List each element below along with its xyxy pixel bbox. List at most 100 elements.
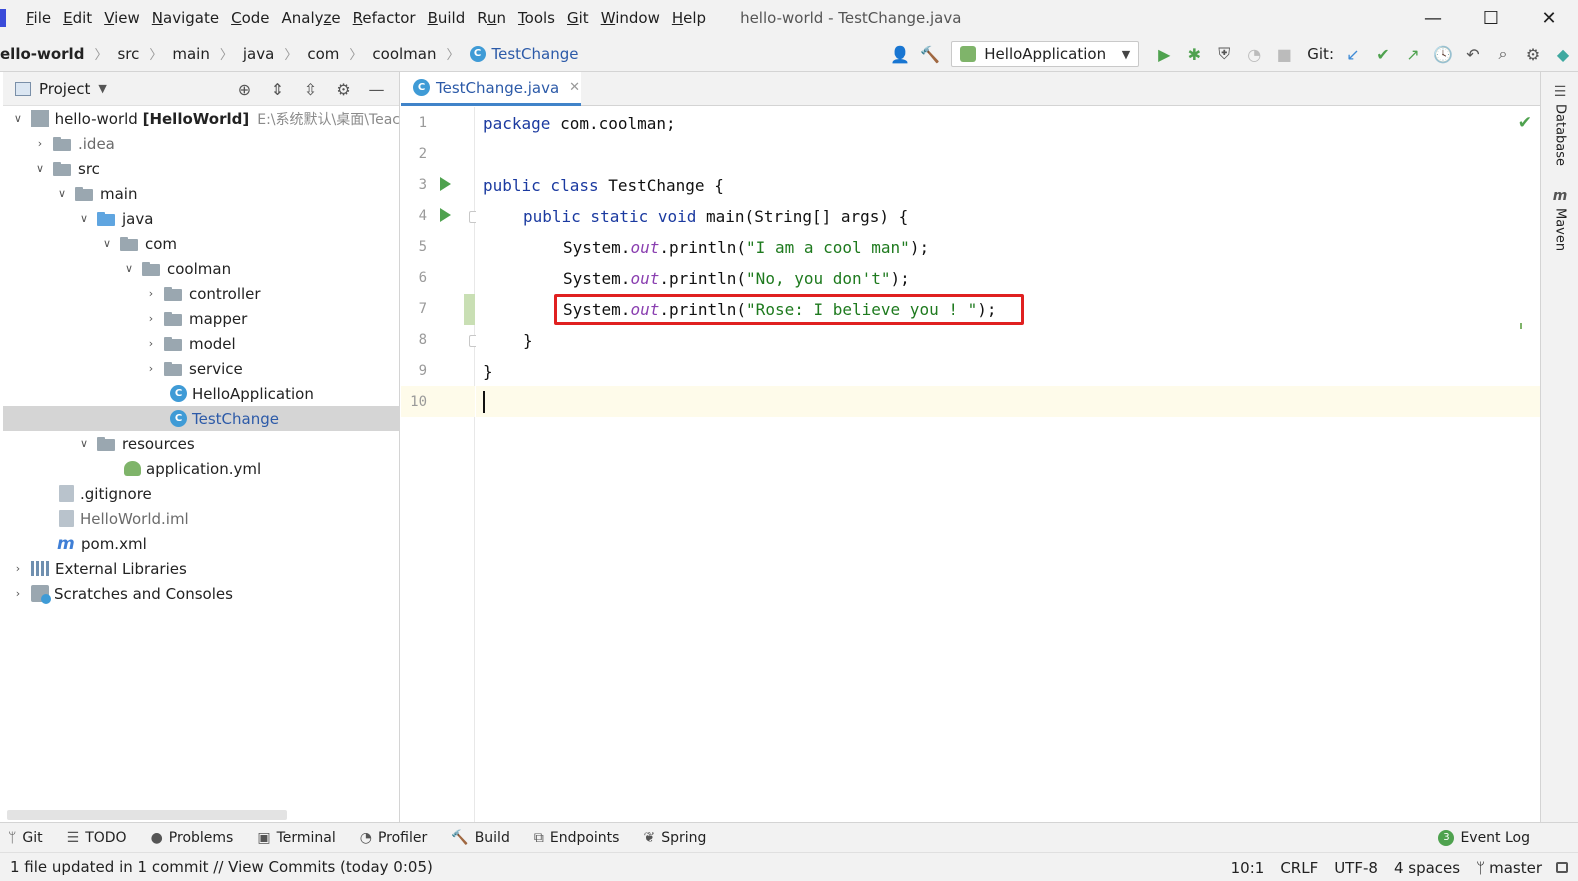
tool-tab-problems[interactable]: ● Problems [151,830,234,846]
run-icon[interactable]: ▶ [1149,39,1179,69]
code-editor[interactable]: package com.coolman; public class TestCh… [476,107,1540,822]
tree-item-application-yml[interactable]: application.yml [3,456,400,481]
tree-item-com[interactable]: ∨ com [3,231,400,256]
chevron-right-icon[interactable]: › [144,312,158,325]
tree-item-controller[interactable]: › controller [3,281,400,306]
horizontal-scrollbar[interactable] [7,810,287,820]
change-stripe-marker[interactable] [1520,323,1522,329]
tree-item-testchange[interactable]: C TestChange [3,406,400,431]
database-tool-button[interactable]: ☰ Database [1545,84,1575,166]
maximize-button[interactable]: ☐ [1462,0,1520,36]
gear-icon[interactable]: ⚙ [327,80,360,99]
run-configuration-select[interactable]: HelloApplication ▼ [951,41,1140,67]
ide-update-icon[interactable]: ◆ [1548,39,1578,69]
tool-tab-endpoints[interactable]: ⧉ Endpoints [534,830,620,846]
tree-item-coolman[interactable]: ∨ coolman [3,256,400,281]
profile-icon[interactable]: ◔ [1239,39,1269,69]
tree-item-model[interactable]: › model [3,331,400,356]
tree-item-pom-xml[interactable]: m pom.xml [3,531,400,556]
menu-analyze[interactable]: Analyze [276,9,347,27]
maven-tool-button[interactable]: m Maven [1545,188,1575,251]
tab-testchange-java[interactable]: C TestChange.java ✕ [401,72,581,106]
chevron-right-icon[interactable]: › [11,587,25,600]
tool-tab-profiler[interactable]: ◔ Profiler [360,830,428,846]
menu-window[interactable]: Window [595,9,666,27]
menu-help[interactable]: Help [666,9,712,27]
close-button[interactable]: ✕ [1520,0,1578,36]
coverage-icon[interactable]: ⛨ [1209,39,1239,69]
code-line-1[interactable]: package com.coolman; [483,108,676,139]
search-icon[interactable]: ⌕ [1488,39,1518,69]
chevron-right-icon[interactable]: › [11,562,25,575]
close-icon[interactable]: ✕ [569,80,580,95]
chevron-right-icon[interactable]: › [144,287,158,300]
vcs-change-marker[interactable] [464,294,475,325]
chevron-right-icon[interactable]: › [144,337,158,350]
chevron-down-icon[interactable]: ∨ [100,237,114,250]
code-line-8[interactable]: } [523,325,533,356]
tree-item-idea[interactable]: › .idea [3,131,400,156]
line-separator[interactable]: CRLF [1280,859,1318,877]
tree-item-main[interactable]: ∨ main [3,181,400,206]
code-line-3[interactable]: public class TestChange { [483,170,724,201]
breadcrumb-src[interactable]: src [117,45,139,63]
run-class-icon[interactable] [440,177,451,191]
menu-navigate[interactable]: Navigate [146,9,225,27]
tool-tab-todo[interactable]: ☰ TODO [67,830,127,846]
menu-view[interactable]: View [98,9,146,27]
menu-file[interactable]: File [20,9,57,27]
stop-icon[interactable]: ■ [1269,39,1299,69]
breadcrumb-coolman[interactable]: coolman [372,45,436,63]
expand-all-icon[interactable]: ⇕ [261,80,294,99]
indent-setting[interactable]: 4 spaces [1394,859,1460,877]
breadcrumb-testchange[interactable]: TestChange [492,45,579,63]
tree-item-src[interactable]: ∨ src [3,156,400,181]
chevron-down-icon[interactable]: ∨ [77,212,91,225]
chevron-right-icon[interactable]: › [33,137,47,150]
file-encoding[interactable]: UTF-8 [1334,859,1378,877]
menu-refactor[interactable]: Refactor [347,9,422,27]
menu-build[interactable]: Build [422,9,472,27]
tree-item-hello-world[interactable]: ∨ hello-world [HelloWorld] E:\系统默认\桌面\Te… [3,106,400,131]
debug-icon[interactable]: ✱ [1179,39,1209,69]
chevron-down-icon[interactable]: ∨ [33,162,47,175]
tree-item-service[interactable]: › service [3,356,400,381]
tree-item-helloworld-iml[interactable]: HelloWorld.iml [3,506,400,531]
tree-item-java[interactable]: ∨ java [3,206,400,231]
tool-tab-build[interactable]: 🔨 Build [451,830,510,846]
breadcrumb-project[interactable]: ello-world [0,45,84,63]
lock-icon[interactable] [1556,862,1568,873]
minimize-button[interactable]: — [1404,0,1462,36]
git-push-icon[interactable]: ↗ [1398,39,1428,69]
code-line-4[interactable]: public static void main(String[] args) { [523,201,908,232]
rollback-icon[interactable]: ↶ [1458,39,1488,69]
breadcrumb-main[interactable]: main [172,45,209,63]
run-main-icon[interactable] [440,208,451,222]
chevron-down-icon[interactable]: ▼ [98,82,106,95]
chevron-right-icon[interactable]: › [144,362,158,375]
tree-item-scratches[interactable]: › Scratches and Consoles [3,581,400,606]
code-line-5[interactable]: System.out.println("I am a cool man"); [563,232,929,263]
tool-tab-git[interactable]: ᛘ Git [8,830,43,846]
menu-run[interactable]: Run [471,9,512,27]
gear-icon[interactable]: ⚙ [1518,39,1548,69]
menu-tools[interactable]: Tools [512,9,561,27]
code-line-9[interactable]: } [483,356,493,387]
chevron-down-icon[interactable]: ∨ [55,187,69,200]
code-line-6[interactable]: System.out.println("No, you don't"); [563,263,910,294]
caret-position[interactable]: 10:1 [1231,859,1265,877]
breadcrumb-com[interactable]: com [307,45,339,63]
chevron-down-icon[interactable]: ∨ [122,262,136,275]
breadcrumb-java[interactable]: java [243,45,274,63]
chevron-down-icon[interactable]: ∨ [77,437,91,450]
tree-item-external-libraries[interactable]: › External Libraries [3,556,400,581]
user-icon[interactable]: 👤 [885,39,915,69]
chevron-down-icon[interactable]: ∨ [11,112,25,125]
tree-item-mapper[interactable]: › mapper [3,306,400,331]
menu-code[interactable]: Code [225,9,275,27]
menu-edit[interactable]: Edit [57,9,98,27]
git-commit-icon[interactable]: ✔ [1368,39,1398,69]
tree-item-helloapplication[interactable]: C HelloApplication [3,381,400,406]
event-log-button[interactable]: 3 Event Log [1438,823,1530,853]
git-branch[interactable]: master [1489,859,1542,877]
